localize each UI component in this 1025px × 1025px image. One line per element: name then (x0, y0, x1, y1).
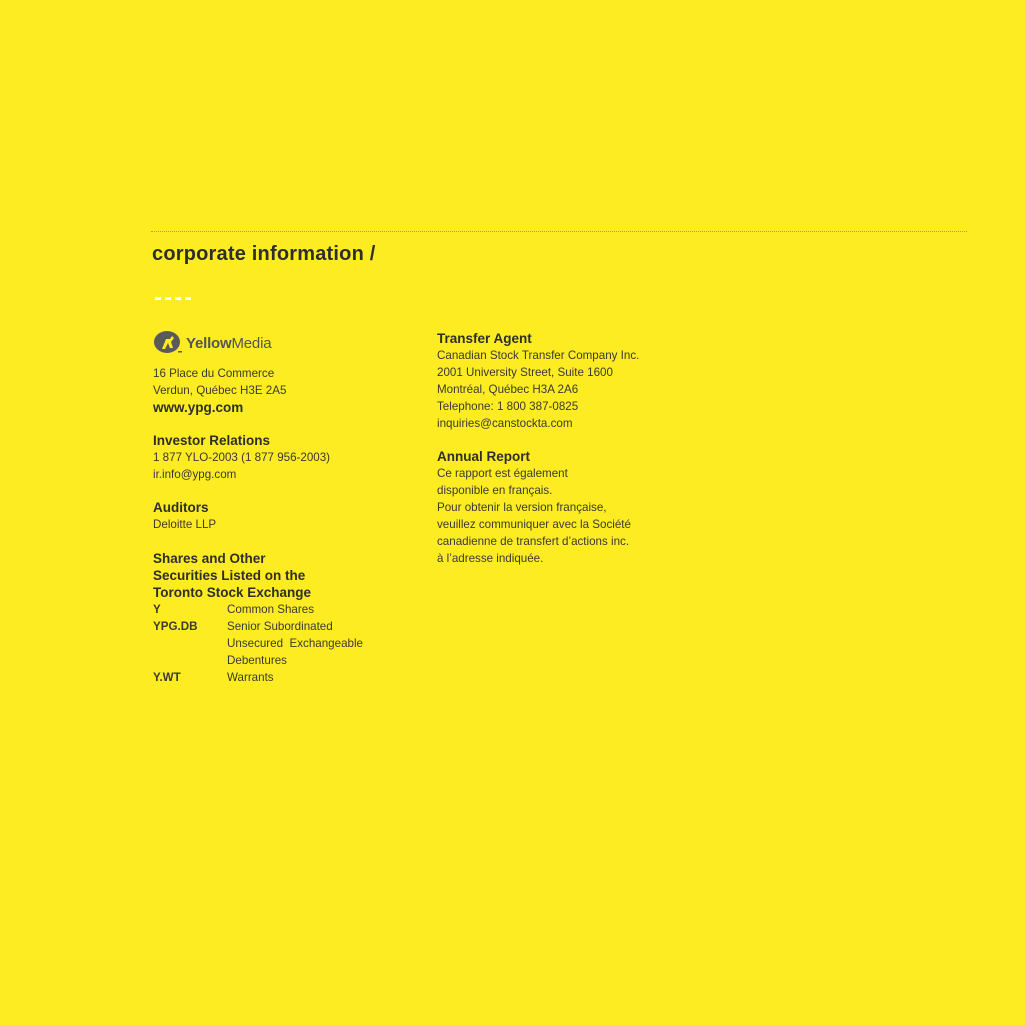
annual-report-heading: Annual Report (437, 449, 530, 464)
ticker-description: Warrants (227, 671, 274, 684)
annual-report-line: Ce rapport est également (437, 467, 568, 480)
ticker-row: Y Common Shares (153, 601, 363, 618)
address-line-1: 16 Place du Commerce (153, 367, 275, 380)
company-logo: YellowMedia (153, 330, 413, 356)
annual-report-line: canadienne de transfert d’actions inc. (437, 535, 630, 548)
website-link[interactable]: www.ypg.com (153, 399, 413, 416)
transfer-agent-line: Canadian Stock Transfer Company Inc. (437, 349, 640, 362)
ticker-row: YPG.DB Senior Subordinated Unsecured Exc… (153, 618, 363, 669)
auditors-heading: Auditors (153, 500, 209, 515)
ticker-table: Y Common Shares YPG.DB Senior Subordinat… (153, 601, 363, 686)
ticker-description: Common Shares (227, 603, 314, 616)
ticker-symbol: Y.WT (153, 671, 181, 684)
auditors-name: Deloitte LLP (153, 518, 217, 531)
transfer-agent-heading: Transfer Agent (437, 331, 532, 346)
ticker-symbol: Y (153, 603, 161, 616)
annual-report-line: veuillez communiquer avec la Société (437, 518, 631, 531)
address-line-2: Verdun, Québec H3E 2A5 (153, 384, 287, 397)
decorative-dashes (155, 297, 191, 300)
top-divider (151, 231, 967, 232)
left-column: YellowMedia 16 Place du Commerce Verdun,… (153, 330, 413, 686)
right-column: Transfer Agent Canadian Stock Transfer C… (437, 330, 717, 567)
investor-relations-heading: Investor Relations (153, 433, 271, 448)
ticker-description: Senior Subordinated Unsecured Exchangeab… (227, 620, 363, 667)
annual-report-line: à l’adresse indiquée. (437, 552, 544, 565)
investor-relations-phone: 1 877 YLO-2003 (1 877 956-2003) (153, 451, 331, 464)
investor-relations-email[interactable]: ir.info@ypg.com (153, 466, 413, 483)
transfer-agent-line: Montréal, Québec H3A 2A6 (437, 383, 579, 396)
ticker-row: Y.WT Warrants (153, 669, 363, 686)
shares-heading-line-3: Toronto Stock Exchange (153, 585, 312, 600)
transfer-agent-phone: Telephone: 1 800 387-0825 (437, 400, 579, 413)
page-title: corporate information / (152, 243, 376, 265)
transfer-agent-line: 2001 University Street, Suite 1600 (437, 366, 613, 379)
shares-heading-line-1: Shares and Other (153, 551, 266, 566)
transfer-agent-email[interactable]: inquiries@canstockta.com (437, 415, 717, 432)
logo-wordmark: YellowMedia (186, 334, 272, 352)
ticker-symbol: YPG.DB (153, 620, 198, 633)
annual-report-line: disponible en français. (437, 484, 553, 497)
walking-fingers-logo-icon (154, 331, 182, 353)
annual-report-line: Pour obtenir la version française, (437, 501, 607, 514)
shares-heading-line-2: Securities Listed on the (153, 568, 306, 583)
